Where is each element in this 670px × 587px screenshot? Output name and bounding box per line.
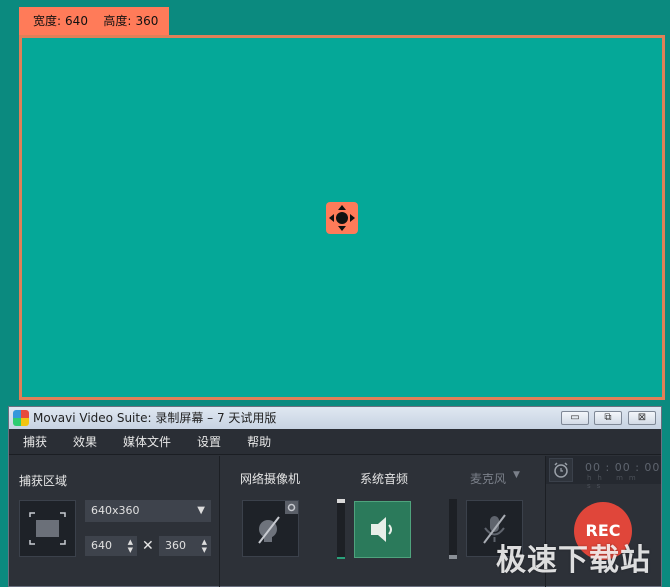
speaker-icon — [371, 517, 392, 542]
height-value: 360 — [135, 14, 159, 28]
restore-button[interactable]: ⧉ — [594, 411, 622, 425]
width-label: 宽度: — [33, 14, 62, 28]
chevron-down-icon: ▼ — [197, 505, 205, 516]
stepper-arrows-icon[interactable]: ▲ ▼ — [202, 538, 207, 554]
timer-display: 00 : 00 : 00 — [585, 461, 661, 474]
section-divider — [219, 456, 220, 587]
menu-capture[interactable]: 捕获 — [23, 433, 47, 450]
capture-preset-select[interactable]: 640x360 ▼ — [85, 500, 211, 522]
width-stepper[interactable]: 640 ▲ ▼ — [85, 536, 137, 556]
window-title: Movavi Video Suite: 录制屏幕 – 7 天试用版 — [33, 411, 277, 425]
region-size-label: 宽度: 640 高度: 360 — [19, 7, 169, 35]
stepper-arrows-icon[interactable]: ▲ ▼ — [128, 538, 133, 554]
webcam-level-meter — [337, 499, 345, 559]
capture-area-label: 捕获区域 — [19, 474, 68, 488]
height-stepper[interactable]: 360 ▲ ▼ — [159, 536, 211, 556]
title-bar[interactable]: Movavi Video Suite: 录制屏幕 – 7 天试用版 ▭ ⧉ ⊠ — [9, 407, 661, 429]
menu-effects[interactable]: 效果 — [73, 433, 97, 450]
menu-media[interactable]: 媒体文件 — [123, 433, 171, 450]
times-icon: ✕ — [142, 538, 154, 554]
width-stepper-value: 640 — [91, 539, 112, 552]
height-stepper-value: 360 — [165, 539, 186, 552]
webcam-off-icon — [258, 501, 298, 544]
watermark: 极速下载站 — [496, 543, 651, 578]
webcam-toggle[interactable] — [242, 500, 299, 557]
timer-units: hh mm ss — [587, 474, 642, 490]
height-label: 高度: — [103, 14, 132, 28]
audio-level-meter — [449, 499, 457, 559]
microphone-label: 麦克风 — [470, 472, 507, 486]
app-logo-icon — [13, 410, 29, 426]
system-audio-toggle[interactable] — [354, 501, 411, 558]
close-button[interactable]: ⊠ — [628, 411, 656, 425]
menu-help[interactable]: 帮助 — [247, 433, 271, 450]
screen-region-icon — [29, 512, 66, 545]
system-audio-label: 系统音频 — [360, 472, 409, 486]
menu-bar: 捕获 效果 媒体文件 设置 帮助 — [9, 429, 661, 455]
microphone-dropdown-icon[interactable]: ▼ — [513, 470, 520, 480]
minimize-button[interactable]: ▭ — [561, 411, 589, 425]
capture-preset-value: 640x360 — [91, 504, 140, 517]
move-handle-icon[interactable] — [326, 202, 358, 234]
capture-area-button[interactable] — [19, 500, 76, 557]
width-value: 640 — [65, 14, 88, 28]
menu-settings[interactable]: 设置 — [197, 433, 221, 450]
alarm-clock-icon[interactable] — [549, 458, 573, 482]
webcam-label: 网络摄像机 — [240, 472, 301, 486]
